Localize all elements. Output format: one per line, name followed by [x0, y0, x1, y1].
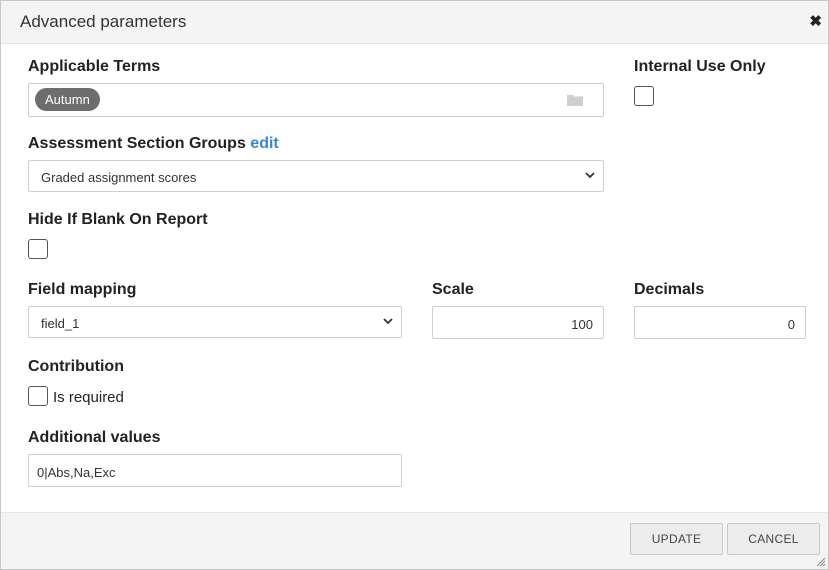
- decimals-value: 0: [787, 317, 795, 332]
- advanced-parameters-dialog: Advanced parameters ✖ Applicable Terms A…: [0, 0, 829, 570]
- update-button[interactable]: UPDATE: [630, 523, 723, 555]
- dialog-header: Advanced parameters ✖: [1, 1, 828, 44]
- decimals-label: Decimals: [634, 281, 705, 298]
- hide-if-blank-checkbox[interactable]: [28, 239, 48, 259]
- field-mapping-select[interactable]: field_1: [28, 306, 402, 338]
- assessment-section-groups-label: Assessment Section Groups edit: [28, 135, 279, 153]
- scale-input[interactable]: 100: [432, 306, 604, 339]
- assessment-section-groups-text: Assessment Section Groups: [28, 135, 246, 152]
- field-mapping-label: Field mapping: [28, 281, 137, 298]
- field-mapping-value: field_1: [41, 316, 80, 331]
- term-chip-autumn[interactable]: Autumn: [35, 88, 100, 111]
- is-required-label[interactable]: Is required: [53, 389, 124, 406]
- chevron-down-icon: [585, 172, 595, 179]
- is-required-checkbox[interactable]: [28, 386, 48, 406]
- edit-groups-link[interactable]: edit: [250, 135, 278, 152]
- internal-use-only-checkbox[interactable]: [634, 86, 654, 106]
- dialog-footer: UPDATE CANCEL: [1, 512, 828, 569]
- applicable-terms-field[interactable]: Autumn: [28, 83, 604, 117]
- chevron-down-icon: [383, 318, 393, 325]
- applicable-terms-label: Applicable Terms: [28, 58, 161, 75]
- scale-label: Scale: [432, 281, 474, 298]
- internal-use-only-label: Internal Use Only: [634, 58, 766, 75]
- folder-icon[interactable]: [567, 94, 583, 106]
- assessment-section-groups-select[interactable]: Graded assignment scores: [28, 160, 604, 192]
- close-icon[interactable]: ✖: [809, 12, 822, 30]
- additional-values-input[interactable]: 0|Abs,Na,Exc: [28, 454, 402, 487]
- resize-handle-icon[interactable]: [816, 557, 826, 567]
- decimals-input[interactable]: 0: [634, 306, 806, 339]
- additional-values-label: Additional values: [28, 429, 161, 446]
- additional-values-value: 0|Abs,Na,Exc: [37, 465, 116, 480]
- hide-if-blank-label: Hide If Blank On Report: [28, 211, 208, 228]
- cancel-button[interactable]: CANCEL: [727, 523, 820, 555]
- contribution-label: Contribution: [28, 358, 124, 375]
- assessment-section-groups-value: Graded assignment scores: [41, 170, 197, 185]
- scale-value: 100: [571, 317, 593, 332]
- dialog-title: Advanced parameters: [20, 12, 187, 31]
